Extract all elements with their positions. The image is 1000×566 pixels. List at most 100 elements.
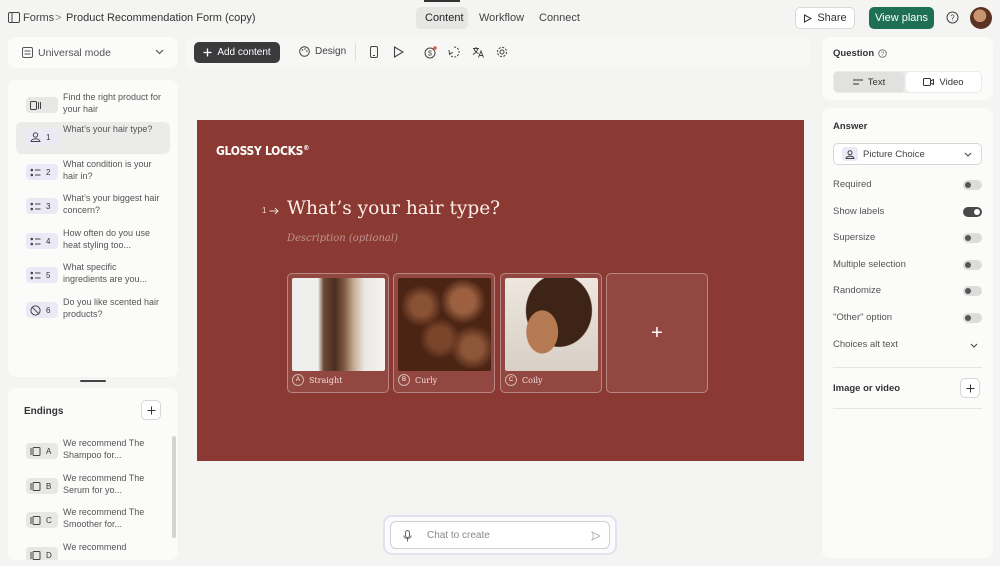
ending-text: We recommend The Serum for yo... [63,473,145,495]
form-preview-canvas[interactable]: GLOSSY LOCKS® 1 What’s your hair type? D… [197,120,804,461]
setting-label: Supersize [833,232,876,243]
send-icon[interactable] [591,531,601,541]
answer-type-select[interactable]: Picture Choice [833,143,982,165]
choice-text: Curly [415,375,438,385]
question-text: How often do you use heat styling too... [63,228,151,250]
choice-image-coily [505,278,598,371]
question-text: Do you like scented hair products? [63,297,160,319]
preview-play-icon[interactable] [393,46,404,58]
logic-icon[interactable] [448,46,460,58]
svg-text:?: ? [950,14,955,23]
setting-label: "Other" option [833,312,893,323]
tab-connect[interactable]: Connect [539,12,580,24]
translate-icon[interactable] [472,46,484,58]
mode-select[interactable]: Universal mode [8,37,178,68]
setting-label: Show labels [833,206,885,217]
question-item-3[interactable]: 3 What’s your biggest hair concern? [16,191,170,223]
multiple-choice-icon: 4 [26,233,58,249]
endings-scrollbar[interactable] [172,436,176,538]
mode-icon [22,47,33,58]
show-labels-toggle[interactable] [963,207,982,217]
questions-panel: Find the right product for your hair 1 W… [8,80,178,377]
form-title[interactable]: Product Recommendation Form (copy) [66,12,256,24]
picture-choice-icon [842,147,858,161]
question-text: What’s your biggest hair concern? [63,193,160,215]
add-content-button[interactable]: Add content [194,42,280,63]
question-item-welcome[interactable]: Find the right product for your hair [16,90,170,122]
microphone-icon[interactable] [403,530,412,542]
avatar[interactable] [970,7,992,29]
info-icon[interactable]: ? [878,49,887,58]
question-number: 3 [46,201,51,211]
multiple-choice-icon: 2 [26,164,58,180]
required-toggle[interactable] [963,180,982,190]
help-icon[interactable]: ? [946,11,959,24]
ending-item-c[interactable]: C We recommend The Smoother for... [16,505,170,537]
svg-text:$: $ [428,51,432,58]
ending-item-a[interactable]: A We recommend The Shampoo for... [16,436,170,468]
endings-title: Endings [24,406,64,417]
question-section-header: Question ? [833,48,887,59]
ending-icon: C [26,512,58,528]
question-description[interactable]: Description (optional) [287,233,398,244]
ending-item-b[interactable]: B We recommend The Serum for yo... [16,471,170,503]
settings-gear-icon[interactable] [496,46,508,58]
choice-key: B [398,374,410,386]
question-mode-toggle: Text Video [833,71,982,93]
add-ending-button[interactable] [141,400,161,420]
setting-show-labels: Show labels [822,206,993,220]
video-mode-tab[interactable]: Video [906,72,981,92]
view-plans-button[interactable]: View plans [869,7,934,29]
panel-resize-handle[interactable] [80,380,106,382]
tab-workflow[interactable]: Workflow [479,12,524,24]
ending-item-d[interactable]: D We recommend [16,540,170,560]
plus-icon [966,384,974,392]
forms-icon[interactable] [8,12,20,23]
welcome-screen-icon [26,97,58,113]
choice-text: Coily [522,375,543,385]
chat-input[interactable]: Chat to create [390,521,610,549]
mobile-preview-icon[interactable] [370,46,378,58]
question-item-5[interactable]: 5 What specific ingredients are you... [16,260,170,292]
setting-required: Required [822,179,993,193]
setting-choices-alt-text[interactable]: Choices alt text [822,339,993,353]
arrow-right-icon [269,207,280,214]
choice-card-b[interactable]: B Curly [393,273,495,393]
setting-randomize: Randomize [822,285,993,299]
setting-supersize: Supersize [822,232,993,246]
question-item-4[interactable]: 4 How often do you use heat styling too.… [16,226,170,258]
choice-card-c[interactable]: C Coily [500,273,602,393]
question-item-1[interactable]: 1 What’s your hair type? [16,122,170,154]
add-choice-card[interactable]: + [606,273,708,393]
answer-title: Answer [833,121,868,132]
choice-card-a[interactable]: A Straight [287,273,389,393]
plus-icon [147,406,155,414]
add-image-video-button[interactable] [960,378,980,398]
question-settings-card: Question ? Text Video [822,37,993,100]
setting-multiple-selection: Multiple selection [822,259,993,273]
choice-image-curly [398,278,491,371]
other-option-toggle[interactable] [963,313,982,323]
question-title[interactable]: What’s your hair type? [287,198,500,219]
ending-key: A [46,446,52,456]
share-button[interactable]: Share [795,7,855,29]
question-item-2[interactable]: 2 What condition is your hair in? [16,157,170,189]
choice-label: B Curly [398,374,437,386]
randomize-toggle[interactable] [963,286,982,296]
tab-content[interactable]: Content [425,12,464,24]
multiple-selection-toggle[interactable] [963,260,982,270]
ending-icon: D [26,547,58,560]
brand-logo: GLOSSY LOCKS® [216,144,309,158]
mode-label: Universal mode [38,47,111,59]
supersize-toggle[interactable] [963,233,982,243]
yes-no-icon: 6 [26,302,58,318]
choice-key: A [292,374,304,386]
editor-toolbar: Add content Design $ [186,37,811,68]
breadcrumb-forms[interactable]: Forms [23,12,54,24]
text-mode-tab[interactable]: Text [834,72,904,92]
question-text: Find the right product for your hair [63,92,162,114]
design-button[interactable]: Design [299,46,346,57]
picture-choice-icon: 1 [26,129,58,145]
payment-icon[interactable]: $ [424,46,437,59]
question-item-6[interactable]: 6 Do you like scented hair products? [16,295,170,327]
